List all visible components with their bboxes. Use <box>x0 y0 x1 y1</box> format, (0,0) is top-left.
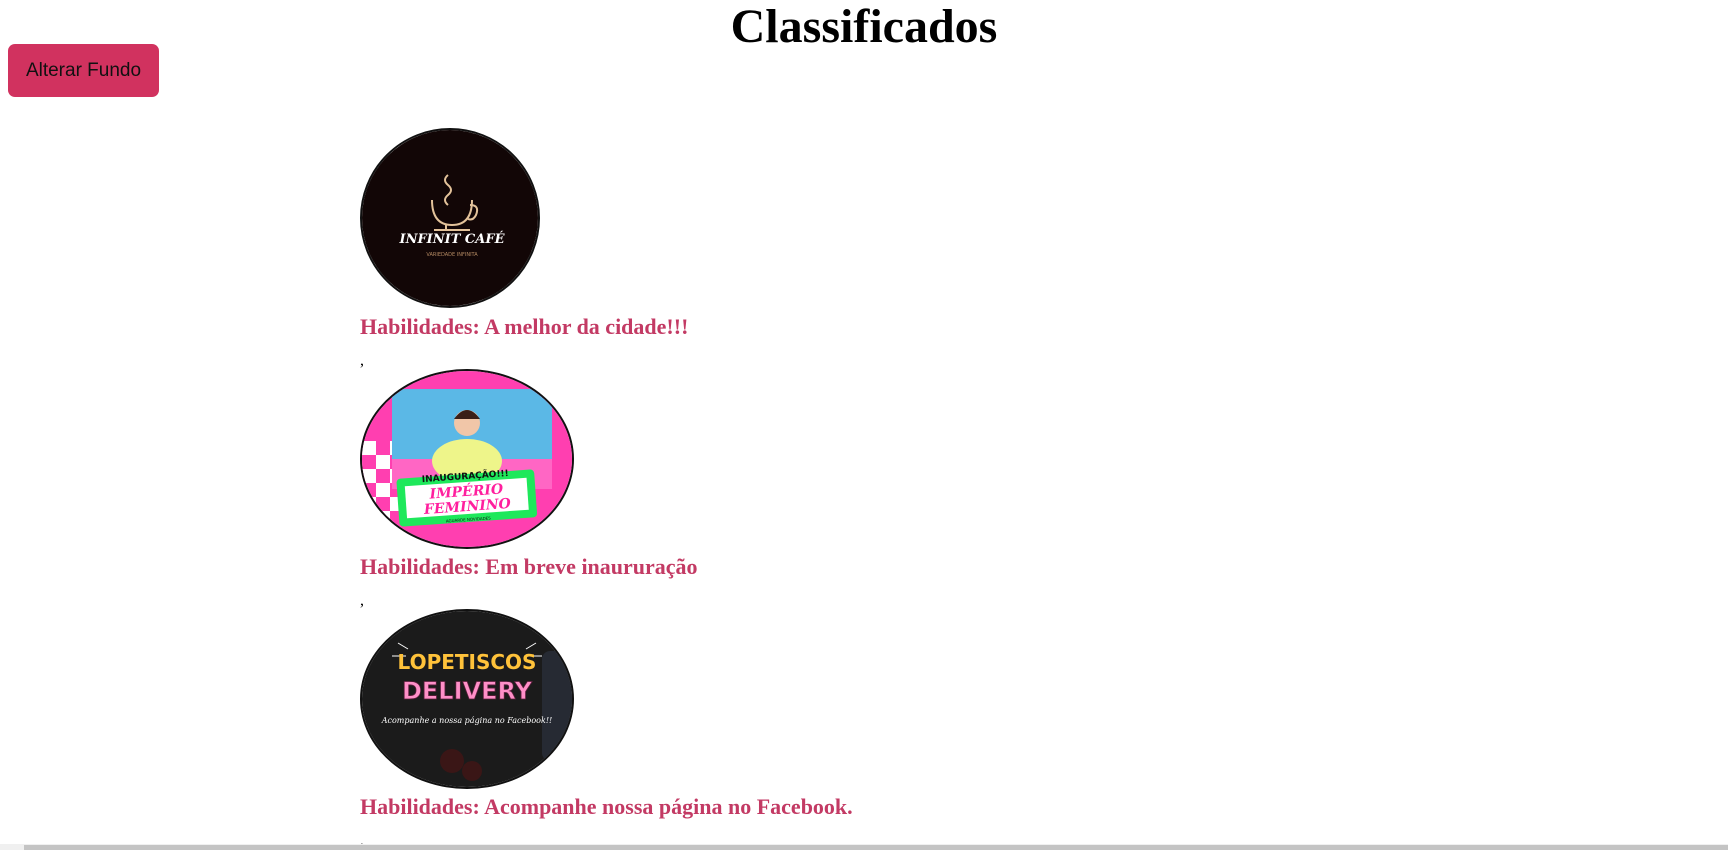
logo-subtext: Acompanhe a nossa página no Facebook!! <box>381 716 553 725</box>
listing-skill: Habilidades: Em breve inaururação <box>360 554 698 579</box>
change-background-button[interactable]: Alterar Fundo <box>8 44 159 97</box>
logo-text: LOPETISCOS <box>398 650 537 674</box>
horizontal-scrollbar-thumb[interactable] <box>24 845 1728 850</box>
logo-subtext: VARIEDADE INFINITA <box>426 252 478 258</box>
page-title: Classificados <box>730 0 998 53</box>
listing-separator: , <box>360 592 364 609</box>
imperio-feminino-logo: INAUGURAÇÃO!!! IMPÉRIO FEMININO AGUARDE … <box>360 369 574 549</box>
listing-separator: , <box>360 352 364 369</box>
logo-text: INFINIT CAFÉ <box>398 231 505 247</box>
listing-skill: Habilidades: Acompanhe nossa página no F… <box>360 794 853 819</box>
logo-text-2: DELIVERY <box>402 677 533 705</box>
infinit-cafe-logo: INFINIT CAFÉ VARIEDADE INFINITA <box>360 128 540 308</box>
lopetiscos-delivery-logo: LOPETISCOS DELIVERY Acompanhe a nossa pá… <box>360 609 574 789</box>
listing-skill: Habilidades: A melhor da cidade!!! <box>360 314 689 339</box>
